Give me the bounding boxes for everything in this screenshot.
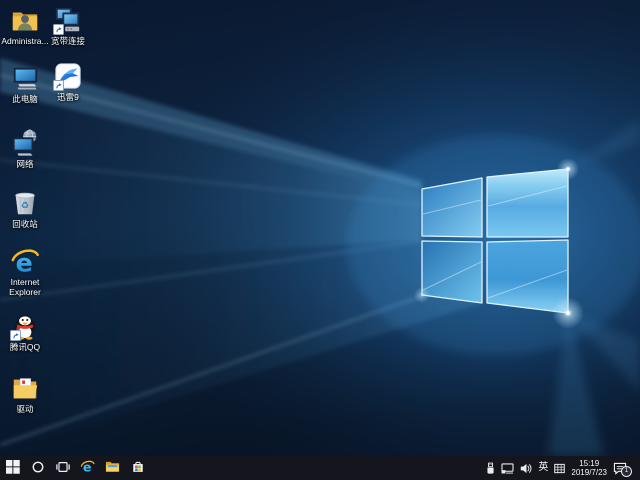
computer-icon xyxy=(10,63,40,93)
desktop-icon-tencent-qq[interactable]: 腾讯QQ xyxy=(0,311,50,352)
taskbar-clock[interactable]: 15:19 2019/7/23 xyxy=(571,459,607,477)
file-explorer-folder-icon xyxy=(105,459,120,477)
taskbar-microsoft-store[interactable] xyxy=(125,456,150,480)
user-folder-icon xyxy=(10,5,40,35)
notification-count-badge: 1 xyxy=(621,466,632,477)
internet-explorer-icon: e xyxy=(10,246,40,276)
shortcut-arrow-overlay xyxy=(53,24,64,35)
microsoft-store-bag-icon xyxy=(131,460,145,477)
icon-label: 网络 xyxy=(16,159,33,169)
taskbar-internet-explorer[interactable]: e xyxy=(75,456,100,480)
desktop-icon-broadband[interactable]: 宽带连接 xyxy=(43,5,93,46)
task-view-button[interactable] xyxy=(50,456,75,480)
network-ethernet-icon[interactable] xyxy=(501,463,514,474)
desktop-icon-network[interactable]: 网络 xyxy=(0,128,50,169)
taskbar-file-explorer[interactable] xyxy=(100,456,125,480)
action-center-button[interactable]: 1 xyxy=(613,462,627,475)
desktop-icon-thunder9[interactable]: 迅雷9 xyxy=(43,61,93,102)
task-view-icon xyxy=(56,460,70,477)
cortana-circle-icon xyxy=(31,460,45,477)
icon-label: 回收站 xyxy=(12,219,38,229)
clock-date: 2019/7/23 xyxy=(571,468,607,477)
driver-folder-icon xyxy=(10,373,40,403)
cortana-search-button[interactable] xyxy=(25,456,50,480)
desktop-icon-internet-explorer[interactable]: e Internet Explorer xyxy=(0,246,50,297)
icon-label: 此电脑 xyxy=(12,94,38,104)
ime-language-indicator[interactable]: 英 xyxy=(538,463,548,473)
clock-time: 15:19 xyxy=(571,459,607,468)
internet-explorer-icon: e xyxy=(80,459,95,477)
ime-keyboard-icon[interactable] xyxy=(554,463,565,474)
icon-label: 宽带连接 xyxy=(51,36,85,46)
usb-device-icon[interactable] xyxy=(486,462,495,475)
desktop-icon-driver[interactable]: 驱动 xyxy=(0,373,50,414)
svg-text:♻: ♻ xyxy=(21,201,29,212)
broadband-icon xyxy=(53,5,83,35)
shortcut-arrow-overlay xyxy=(10,330,21,341)
recycle-bin-icon: ♻ xyxy=(10,188,40,218)
volume-icon[interactable] xyxy=(520,463,532,474)
desktop-icon-recycle-bin[interactable]: ♻ 回收站 xyxy=(0,188,50,229)
network-globe-icon xyxy=(10,128,40,158)
start-button[interactable] xyxy=(0,456,25,480)
qq-penguin-icon xyxy=(10,311,40,341)
wallpaper-windows-hero xyxy=(0,0,640,456)
thunder-bird-icon xyxy=(53,61,83,91)
icon-label: Administra... xyxy=(1,36,48,46)
icon-label: 腾讯QQ xyxy=(10,342,40,352)
icon-label: Internet Explorer xyxy=(0,277,50,297)
windows-logo-icon xyxy=(6,460,20,477)
icon-label: 迅雷9 xyxy=(57,92,79,102)
icon-label: 驱动 xyxy=(16,404,33,414)
system-tray: 英 15:19 2019/7/23 xyxy=(486,459,640,477)
taskbar: e xyxy=(0,456,640,480)
desktop: Administra... xyxy=(0,0,640,480)
shortcut-arrow-overlay xyxy=(53,80,64,91)
